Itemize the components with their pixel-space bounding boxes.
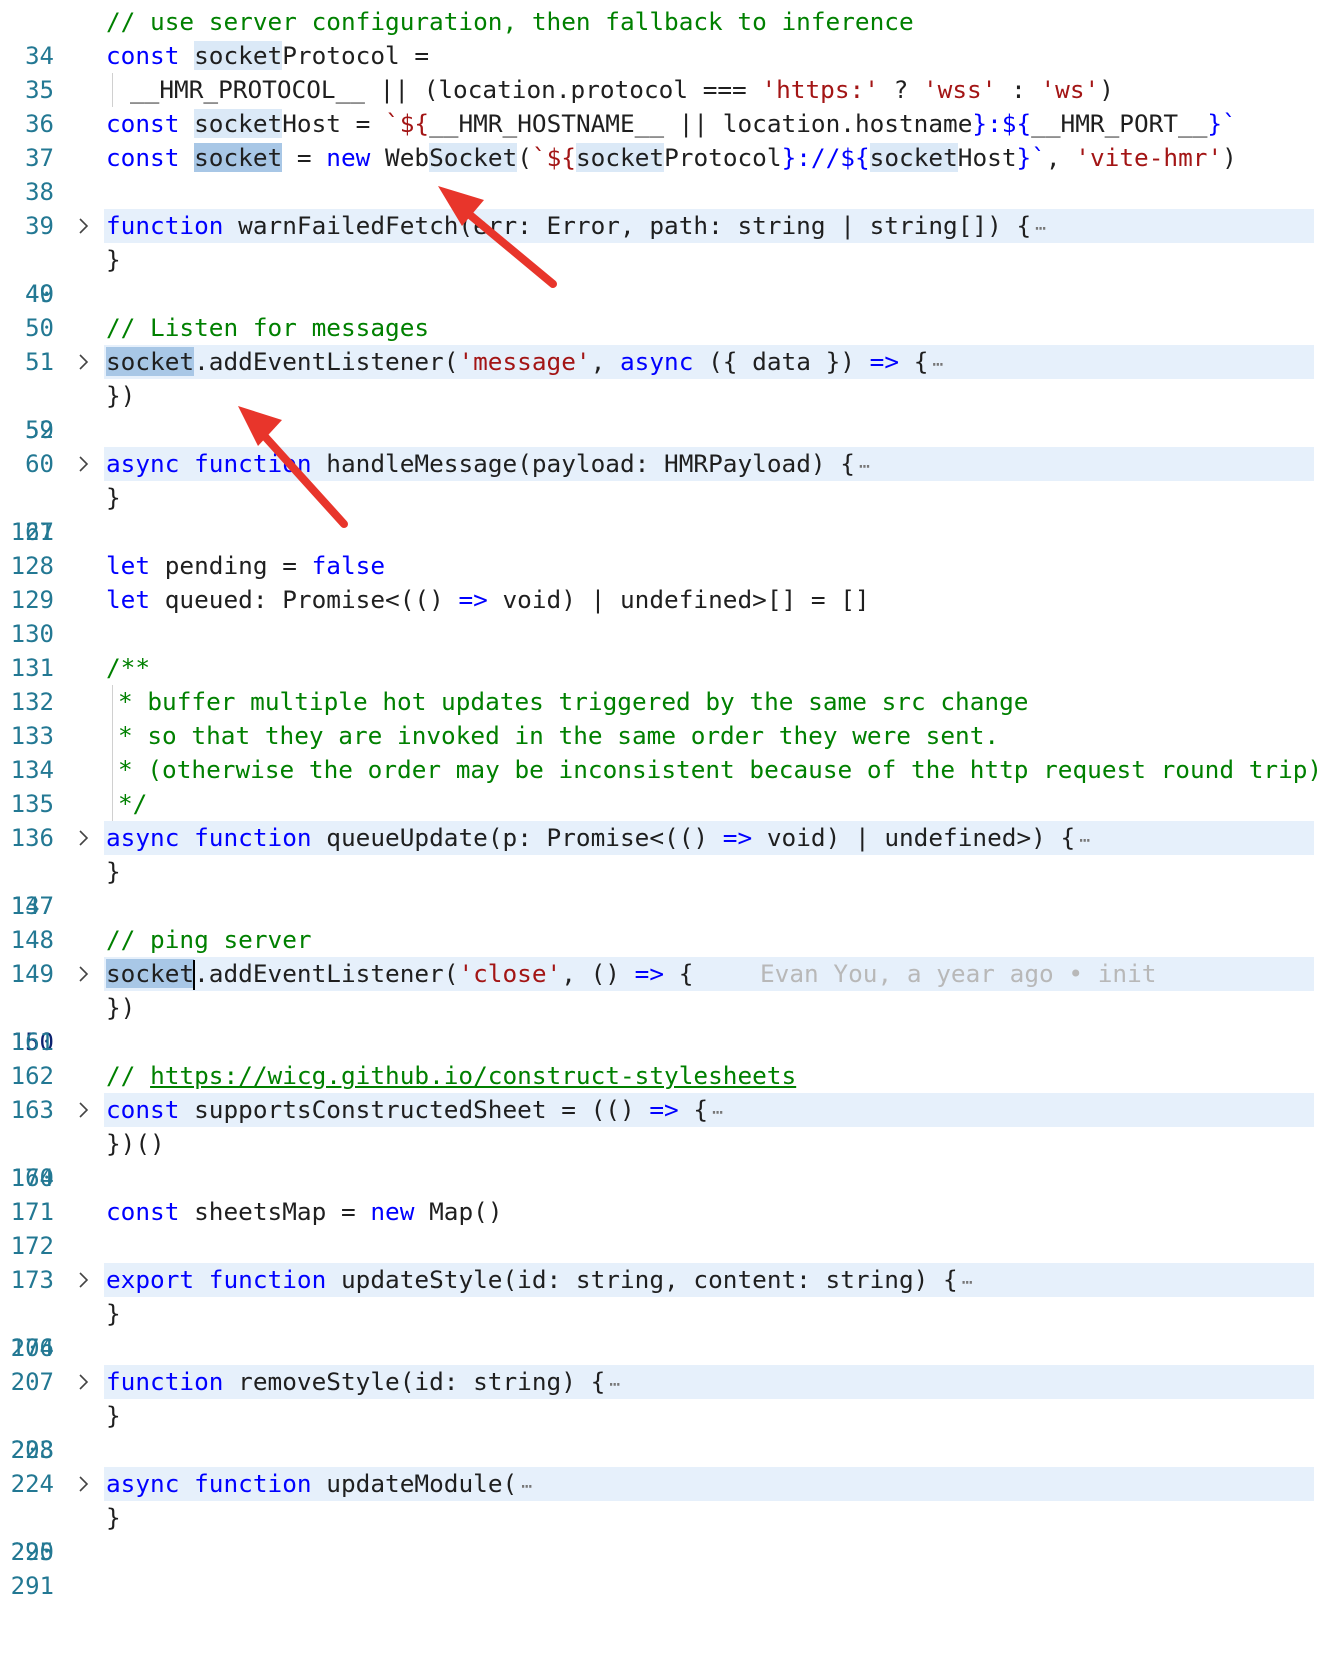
code-editor[interactable]: 34 // use server configuration, then fal… (0, 0, 1334, 1658)
annotation-arrows (238, 186, 557, 528)
red-arrow-2 (238, 406, 348, 528)
red-arrow-1 (438, 186, 557, 288)
